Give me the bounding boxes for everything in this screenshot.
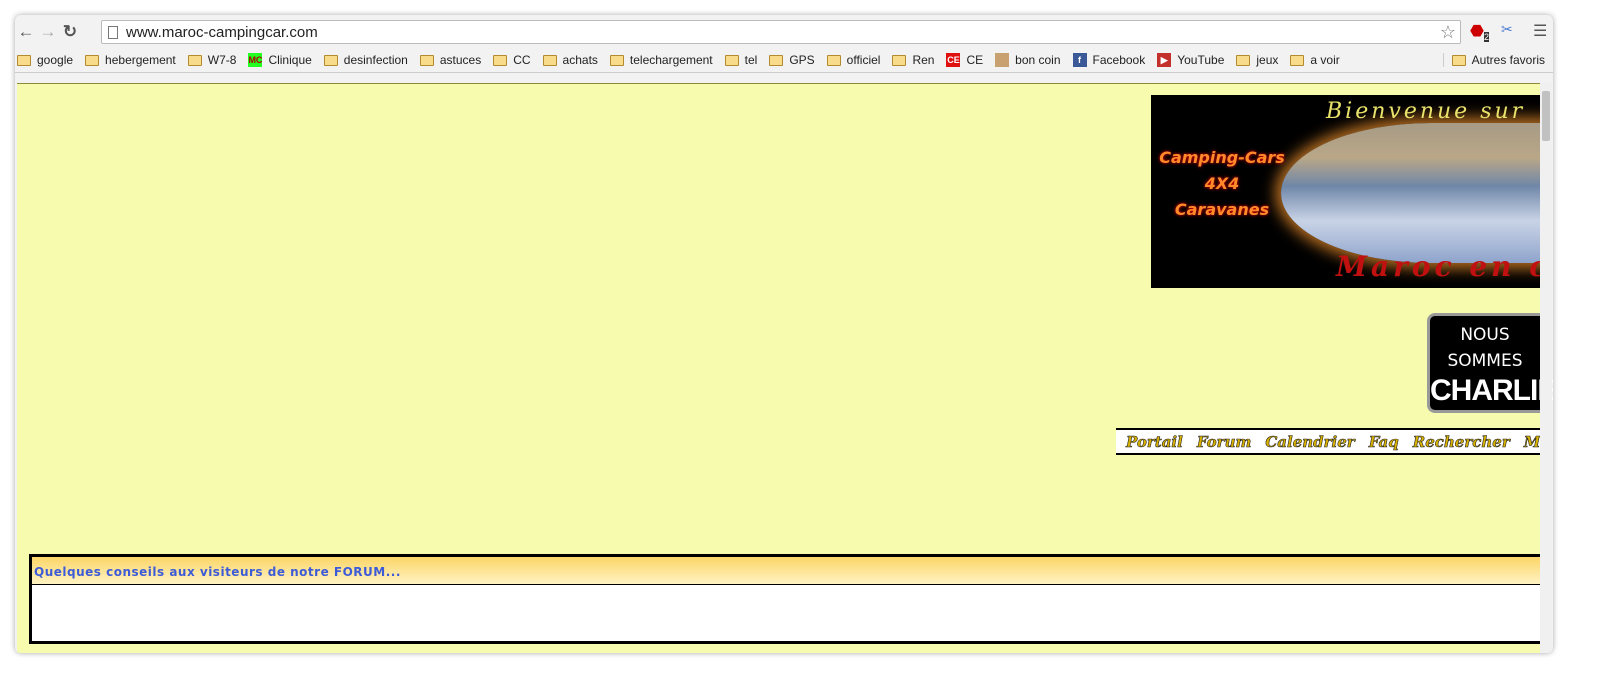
scrollbar-thumb[interactable] xyxy=(1542,91,1550,141)
bookmark-desinfection[interactable]: desinfection xyxy=(323,53,408,67)
forward-button[interactable]: → xyxy=(37,22,59,42)
vertical-scrollbar[interactable] xyxy=(1540,83,1552,653)
forum-advice-title: Quelques conseils aux visiteurs de notre… xyxy=(32,557,1540,585)
bookmark-achats[interactable]: achats xyxy=(542,53,598,67)
ce-favicon: CE xyxy=(946,53,961,67)
nav-membres[interactable]: Membres xyxy=(1523,432,1540,451)
banner-subtitle: Camping-Cars 4X4 Caravanes xyxy=(1159,148,1285,219)
bookmark-ren[interactable]: Ren xyxy=(892,53,934,67)
bookmark-jeux[interactable]: jeux xyxy=(1236,53,1278,67)
bookmark-telechargement[interactable]: telechargement xyxy=(609,53,713,67)
folder-icon xyxy=(187,54,202,66)
folder-icon xyxy=(769,54,784,66)
adblock-icon[interactable]: ⬣2 xyxy=(1470,21,1489,43)
bookmark-youtube[interactable]: ▶ YouTube xyxy=(1157,53,1224,67)
folder-icon xyxy=(826,54,841,66)
bookmark-clinique[interactable]: MC Clinique xyxy=(248,53,312,67)
site-nav-menu: Portail Forum Calendrier Faq Rechercher … xyxy=(1116,428,1540,455)
browser-window: ← → ↻ www.maroc-campingcar.com ☆ ⬣2 ✂ ☰ … xyxy=(15,15,1553,653)
reload-button[interactable]: ↻ xyxy=(59,22,81,42)
bookmark-star-icon[interactable]: ☆ xyxy=(1440,22,1456,43)
folder-icon xyxy=(85,54,100,66)
bookmark-bon-coin[interactable]: bon coin xyxy=(995,53,1061,67)
facebook-icon: f xyxy=(1072,53,1087,67)
folder-icon xyxy=(323,54,338,66)
bookmarks-bar: google hebergement W7-8 MC Clinique desinfect… xyxy=(15,48,1553,73)
bookmark-tel[interactable]: tel xyxy=(724,53,757,67)
folder-icon xyxy=(892,54,907,66)
bookmark-hebergement[interactable]: hebergement xyxy=(85,53,176,67)
banner-footer: Maroc en c xyxy=(1336,250,1540,283)
back-button[interactable]: ← xyxy=(15,22,37,42)
bookmark-cc[interactable]: CC xyxy=(493,53,531,67)
folder-icon xyxy=(1290,54,1305,66)
toolbar: ← → ↻ www.maroc-campingcar.com ☆ ⬣2 ✂ ☰ xyxy=(15,15,1553,48)
folder-icon xyxy=(419,54,434,66)
nav-faq[interactable]: Faq xyxy=(1368,432,1399,451)
bookmark-w7-8[interactable]: W7-8 xyxy=(187,53,236,67)
banner-welcome: Bienvenue sur xyxy=(1326,99,1526,124)
bookmark-facebook[interactable]: f Facebook xyxy=(1072,53,1145,67)
page-icon xyxy=(108,25,118,39)
folder-icon xyxy=(493,54,508,66)
nav-portail[interactable]: Portail xyxy=(1126,432,1183,451)
folder-icon xyxy=(1451,54,1466,66)
folder-icon xyxy=(542,54,557,66)
url-text: www.maroc-campingcar.com xyxy=(126,23,318,41)
nav-forum[interactable]: Forum xyxy=(1197,432,1252,451)
box-favicon xyxy=(995,53,1010,67)
page-content: Bienvenue sur Camping-Cars 4X4 Caravanes M… xyxy=(17,83,1553,653)
menu-icon[interactable]: ☰ xyxy=(1533,21,1547,41)
address-bar[interactable]: www.maroc-campingcar.com ☆ xyxy=(101,20,1461,44)
forum-advice-box: Quelques conseils aux visiteurs de notre… xyxy=(29,554,1540,644)
bookmark-ce[interactable]: CE CE xyxy=(946,53,983,67)
mcc-favicon: MC xyxy=(248,53,263,67)
bookmark-officiel[interactable]: officiel xyxy=(826,53,880,67)
banner-image: Bienvenue sur Camping-Cars 4X4 Caravanes M… xyxy=(1151,95,1540,288)
nav-rechercher[interactable]: Rechercher xyxy=(1412,432,1510,451)
bookmark-gps[interactable]: GPS xyxy=(769,53,815,67)
bookmark-a-voir[interactable]: a voir xyxy=(1290,53,1340,67)
bookmark-astuces[interactable]: astuces xyxy=(419,53,481,67)
nav-calendrier[interactable]: Calendrier xyxy=(1265,432,1355,451)
folder-icon xyxy=(17,54,31,66)
folder-icon xyxy=(724,54,739,66)
folder-icon xyxy=(1236,54,1251,66)
bookmark-google[interactable]: google xyxy=(17,53,73,67)
lake-photo xyxy=(1281,123,1540,263)
je-suis-charlie-badge[interactable]: NOUS SOMMES CHARLIE xyxy=(1427,313,1553,413)
other-bookmarks[interactable]: Autres favoris xyxy=(1442,53,1545,67)
youtube-icon: ▶ xyxy=(1157,53,1172,67)
folder-icon xyxy=(609,54,624,66)
scissors-icon[interactable]: ✂ xyxy=(1501,21,1513,38)
